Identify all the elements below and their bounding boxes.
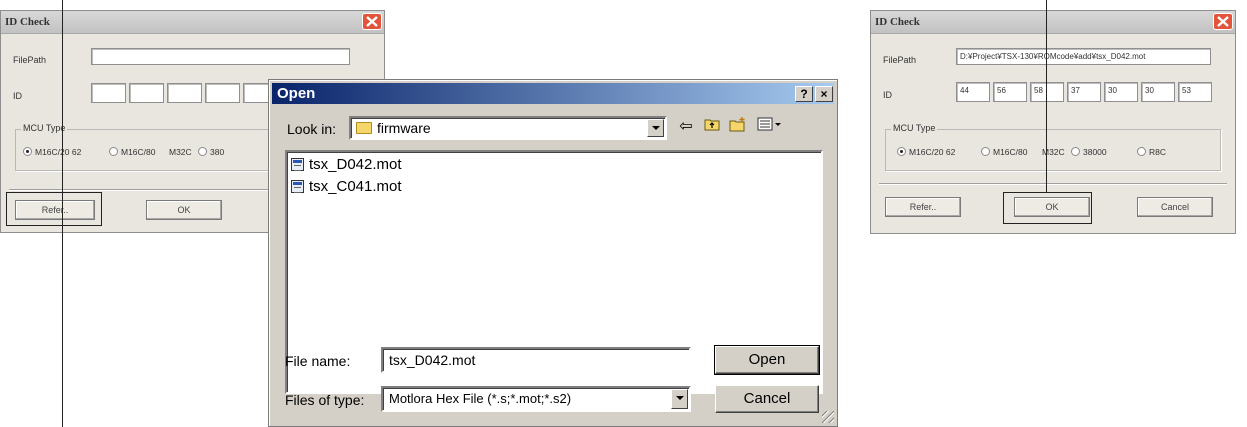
mcu-radio-r8c[interactable]: R8C xyxy=(1137,147,1166,157)
mcu-radio-m16c20[interactable]: M16C/20 62 xyxy=(23,147,81,157)
id-field-5[interactable]: 30 xyxy=(1104,82,1138,102)
id-field-2[interactable]: 56 xyxy=(993,82,1027,102)
open-file-dialog: Open ? × Look in: firmware ⇦ tsx_D042.mo… xyxy=(268,79,838,427)
look-in-combo[interactable]: firmware xyxy=(349,116,667,140)
id-field-3[interactable] xyxy=(167,83,202,103)
id-field-3[interactable]: 58 xyxy=(1030,82,1064,102)
file-name-value: tsx_D042.mot xyxy=(389,352,476,368)
close-icon[interactable] xyxy=(362,13,382,30)
mcu-radio-m16c20[interactable]: M16C/20 62 xyxy=(897,147,955,157)
title-bar: ID Check xyxy=(1,11,384,34)
id-label: ID xyxy=(883,90,892,100)
radio-selected-icon xyxy=(897,147,906,156)
file-icon xyxy=(291,180,304,193)
id-field-1[interactable]: 44 xyxy=(956,82,990,102)
dialog-title: ID Check xyxy=(875,16,920,28)
id-field-4[interactable]: 37 xyxy=(1067,82,1101,102)
dialog-title: Open xyxy=(277,85,316,102)
look-in-label: Look in: xyxy=(287,121,337,137)
radio-icon xyxy=(198,147,207,156)
chevron-down-icon[interactable] xyxy=(647,119,664,137)
mcu-radio-38000[interactable]: 38000 xyxy=(1071,147,1107,157)
id-field-7[interactable]: 53 xyxy=(1178,82,1212,102)
radio-icon xyxy=(1071,147,1080,156)
filepath-field[interactable] xyxy=(91,48,350,65)
filepath-label: FilePath xyxy=(13,55,47,65)
radio-icon xyxy=(1137,147,1146,156)
up-folder-icon[interactable] xyxy=(701,116,723,138)
mcu-radio-m16c80[interactable]: M16C/80 xyxy=(109,147,156,157)
chevron-down-icon[interactable] xyxy=(671,389,688,409)
radio-selected-icon xyxy=(23,147,32,156)
ok-button[interactable]: OK xyxy=(146,200,222,220)
file-type-value: Motlora Hex File (*.s;*.mot;*.s2) xyxy=(389,391,572,406)
close-button[interactable]: × xyxy=(815,86,833,102)
file-icon xyxy=(291,158,304,171)
mcu-type-label: MCU Type xyxy=(21,123,68,133)
resize-grip-icon[interactable] xyxy=(822,411,834,423)
help-button[interactable]: ? xyxy=(795,86,813,102)
mcu-radio-380[interactable]: 380 xyxy=(198,147,224,157)
new-folder-icon[interactable] xyxy=(727,116,749,138)
file-type-label: Files of type: xyxy=(285,392,365,408)
file-name-label: File name: xyxy=(285,353,351,369)
mcu-type-label: MCU Type xyxy=(891,123,938,133)
look-in-value: firmware xyxy=(377,120,431,136)
open-button[interactable]: Open xyxy=(714,345,820,375)
cancel-button[interactable]: Cancel xyxy=(1137,197,1213,217)
refer-button[interactable]: Refer.. xyxy=(885,197,961,217)
title-bar: Open ? × xyxy=(272,83,834,104)
title-bar: ID Check xyxy=(871,11,1235,34)
left-pointer-line xyxy=(62,0,63,427)
view-menu-icon[interactable] xyxy=(755,116,783,138)
list-item[interactable]: tsx_C041.mot xyxy=(291,178,402,195)
separator xyxy=(879,183,1227,185)
file-name-field[interactable]: tsx_D042.mot xyxy=(381,347,691,373)
id-field-1[interactable] xyxy=(91,83,126,103)
file-type-select[interactable]: Motlora Hex File (*.s;*.mot;*.s2) xyxy=(381,386,691,412)
mcu-radio-m16c80[interactable]: M16C/80 xyxy=(981,147,1028,157)
back-arrow-icon[interactable]: ⇦ xyxy=(675,116,697,138)
cancel-button[interactable]: Cancel xyxy=(715,385,819,413)
right-pointer-line xyxy=(1046,0,1047,192)
dialog-title: ID Check xyxy=(5,16,50,28)
id-label: ID xyxy=(13,91,22,101)
id-field-6[interactable]: 30 xyxy=(1141,82,1175,102)
filepath-label: FilePath xyxy=(883,55,917,65)
radio-icon xyxy=(109,147,118,156)
folder-icon xyxy=(356,122,372,134)
list-item[interactable]: tsx_D042.mot xyxy=(291,156,402,173)
id-field-2[interactable] xyxy=(129,83,164,103)
id-field-4[interactable] xyxy=(205,83,240,103)
ok-button-callout xyxy=(1003,192,1092,224)
close-icon[interactable] xyxy=(1213,13,1233,30)
radio-icon xyxy=(981,147,990,156)
refer-button-callout xyxy=(6,192,102,226)
filepath-field[interactable]: D:¥Project¥TSX-130¥ROMcode¥add¥tsx_D042.… xyxy=(956,48,1211,65)
mcu-radio-m32c-label: M32C xyxy=(169,147,192,157)
